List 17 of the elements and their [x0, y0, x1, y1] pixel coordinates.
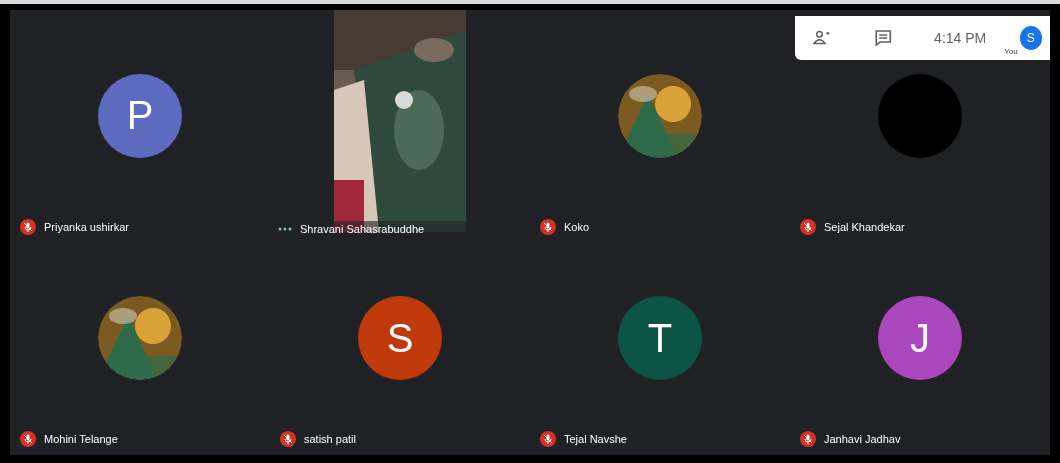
people-icon[interactable] [813, 30, 832, 46]
participant-name: Tejal Navshe [564, 433, 627, 445]
participant-name: Shravani Sahasrabuddhe [300, 223, 425, 235]
self-avatar[interactable]: S [1019, 26, 1042, 50]
participant-name: Sejal Khandekar [824, 221, 905, 233]
participant-name: satish patil [304, 433, 356, 445]
chat-icon[interactable] [873, 30, 893, 46]
avatar-circle: T [618, 296, 702, 380]
participant-name: Priyanka ushirkar [44, 221, 129, 233]
avatar-circle: S [358, 296, 442, 380]
clock-time: 4:14 PM [934, 30, 987, 46]
avatar-circle: P [98, 73, 182, 158]
avatar-circle: J [878, 296, 962, 380]
participant-name: Koko [564, 221, 590, 233]
participant-name: Janhavi Jadhav [824, 433, 901, 445]
self-label: You [1004, 47, 1018, 56]
participant-name: Mohini Telange [44, 433, 118, 445]
